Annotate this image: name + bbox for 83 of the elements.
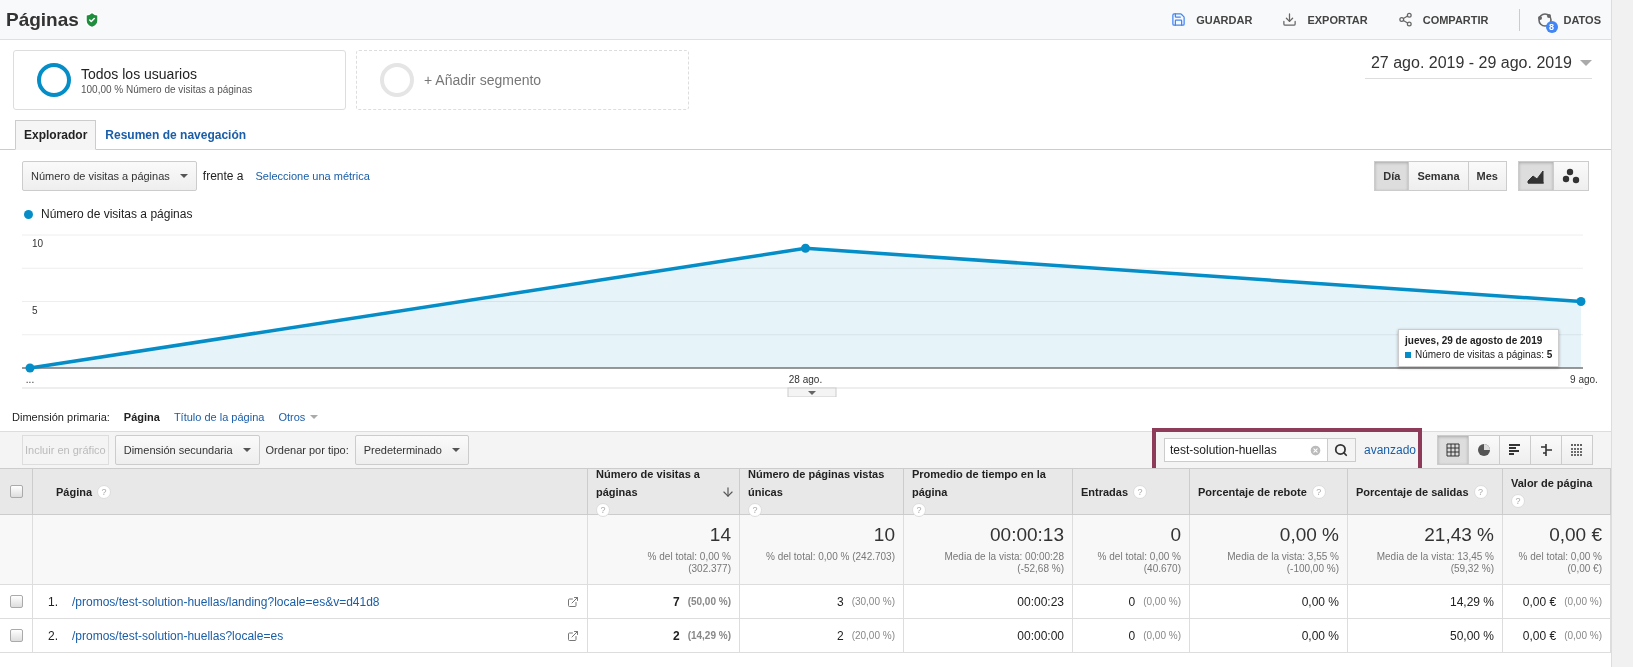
dimension-link[interactable]: Título de la página — [173, 411, 265, 423]
total-value: 00:00:13 — [990, 525, 1064, 545]
axis-label: 10 — [32, 238, 44, 249]
date-range-picker[interactable]: 27 ago. 2019 - 29 ago. 2019 — [1364, 54, 1592, 79]
table-cell: 0,00 % — [1301, 594, 1339, 609]
table-cell: 0,00 € — [1522, 594, 1557, 609]
share-percent: (14,29 %) — [687, 630, 731, 641]
table-cell: 14,29 % — [1449, 594, 1494, 609]
toolbar-action[interactable]: GUARDAR — [1171, 12, 1253, 27]
axis-label: 9 ago. — [1570, 374, 1598, 385]
column-header[interactable]: Número de páginas vistas únicas — [748, 464, 895, 501]
advanced-link[interactable]: avanzado — [1363, 443, 1416, 457]
share-percent: (0,00 %) — [1564, 630, 1602, 641]
column-header[interactable]: Página — [56, 482, 93, 501]
total-value: 0 — [1170, 525, 1181, 545]
column-header[interactable]: Entradas — [1081, 482, 1129, 501]
metric-dropdown[interactable]: Número de visitas a páginas — [22, 161, 197, 191]
granularity-button[interactable]: Semana — [1408, 161, 1469, 191]
segment-title: Todos los usuarios — [81, 65, 198, 82]
total-value: 10 — [873, 525, 895, 545]
table-cell: 00:00:23 — [1017, 594, 1064, 609]
table-cell: 2 — [836, 628, 844, 643]
total-note: % del total: 0,00 % (40.670) — [1097, 551, 1181, 575]
toolbar-action[interactable]: EXPORTAR — [1282, 12, 1368, 27]
column-header[interactable]: Número de visitas a páginas — [596, 464, 715, 501]
axis-label: ... — [25, 374, 35, 385]
count-badge: 8 — [1545, 20, 1558, 33]
dimension-link[interactable]: Página — [123, 411, 160, 423]
table-cell: 0 — [1128, 594, 1136, 609]
search-field[interactable]: test-solution-huellas — [1163, 438, 1328, 462]
table-cell: 7 — [672, 594, 680, 609]
sort-dropdown[interactable]: Predeterminado — [354, 435, 469, 465]
share-percent: (50,00 %) — [687, 596, 731, 607]
column-header[interactable]: Porcentaje de salidas — [1356, 482, 1469, 501]
total-value: 0,00 € — [1549, 525, 1602, 545]
share-percent: (0,00 %) — [1564, 596, 1602, 607]
row-number: 2. — [48, 628, 58, 643]
table-cell: 0,00 % — [1301, 628, 1339, 643]
table-cell: 0,00 € — [1522, 628, 1557, 643]
table-cell: 3 — [836, 594, 844, 609]
axis-label: 5 — [32, 304, 38, 316]
page-link[interactable]: /promos/test-solution-huellas?locale=es — [72, 628, 284, 643]
total-value: 14 — [709, 525, 731, 545]
axis-label: 28 ago. — [788, 374, 823, 385]
total-value: 21,43 % — [1424, 525, 1494, 545]
toolbar-action[interactable]: COMPARTIR — [1397, 12, 1489, 27]
table-cell: 00:00:00 — [1017, 628, 1064, 643]
table-cell: 0 — [1128, 628, 1136, 643]
tab[interactable]: Resumen de navegación — [96, 120, 256, 150]
tab[interactable]: Explorador — [15, 120, 97, 150]
row-number: 1. — [48, 594, 58, 609]
granularity-button[interactable]: Día — [1374, 161, 1410, 191]
segment-card[interactable]: Todos los usuarios 100,00 % Número de visitas a páginas — [13, 50, 346, 110]
total-note: % del total: 0,00 % (302.377) — [647, 551, 731, 575]
column-header[interactable]: Promedio de tiempo en la página — [912, 464, 1064, 501]
total-note: Media de la vista: 3,55 % (-100,00 %) — [1227, 551, 1339, 575]
legend-label: Número de visitas a páginas — [41, 207, 193, 221]
dimension-link[interactable]: Otros — [278, 411, 319, 423]
total-value: 0,00 % — [1279, 525, 1339, 545]
column-header[interactable]: Valor de página — [1511, 473, 1593, 492]
granularity-button[interactable]: Mes — [1467, 161, 1507, 191]
share-percent: (0,00 %) — [1143, 630, 1181, 641]
share-percent: (20,00 %) — [851, 630, 895, 641]
select-metric-link[interactable]: Seleccione una métrica — [255, 170, 370, 182]
segment-title: + Añadir segmento — [424, 72, 542, 88]
total-note: Media de la vista: 13,45 % (59,32 %) — [1376, 551, 1494, 575]
share-percent: (30,00 %) — [851, 596, 895, 607]
add-segment-card[interactable]: + Añadir segmento — [356, 50, 689, 110]
page-link[interactable]: /promos/test-solution-huellas/landing?locale=es&v=d41d8 — [72, 594, 380, 609]
total-note: % del total: 0,00 % (242.703) — [766, 551, 895, 563]
table-cell: 50,00 % — [1449, 628, 1494, 643]
segment-subtitle: 100,00 % Número de visitas a páginas — [81, 83, 253, 95]
table-cell: 2 — [672, 628, 680, 643]
chart-tooltip: jueves, 29 de agosto de 2019 Número de visitas a páginas: 5 — [1398, 329, 1560, 367]
share-percent: (0,00 %) — [1143, 596, 1181, 607]
versus-label: frente a — [202, 169, 244, 183]
secondary-dimension-dropdown[interactable]: Dimensión secundaria — [114, 435, 260, 465]
total-note: % del total: 0,00 % (0,00 €) — [1518, 551, 1602, 575]
total-note: Media de la vista: 00:00:28 (-52,68 %) — [944, 551, 1064, 575]
dimension-label: Dimensión primaria: — [12, 411, 110, 423]
sort-label: Ordenar por tipo: — [265, 444, 349, 456]
page-title: Páginas — [6, 8, 79, 31]
column-header[interactable]: Porcentaje de rebote — [1198, 482, 1307, 501]
